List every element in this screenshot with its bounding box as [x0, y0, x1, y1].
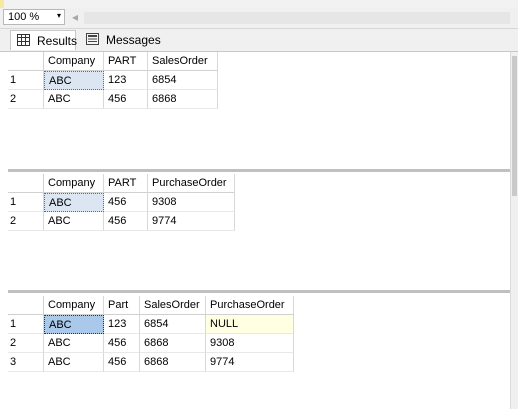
grid-icon [17, 34, 30, 46]
row-number[interactable]: 3 [8, 353, 44, 372]
tab-results-label: Results [37, 34, 78, 48]
table-cell[interactable]: ABC [44, 315, 104, 334]
vertical-scrollbar[interactable] [510, 52, 518, 409]
table-cell[interactable]: 456 [104, 90, 148, 109]
table-row: 3 ABC 456 6868 9774 [8, 353, 294, 372]
tab-messages-label: Messages [106, 33, 161, 47]
tab-results[interactable]: Results [10, 30, 78, 50]
scrollbar-thumb[interactable] [512, 56, 517, 196]
table-row: 1 ABC 456 9308 [8, 193, 235, 212]
table-cell[interactable]: ABC [44, 71, 104, 90]
table-row: 2 ABC 456 6868 [8, 90, 218, 109]
table-cell[interactable]: 123 [104, 315, 140, 334]
table-row: 1 ABC 123 6854 [8, 71, 218, 90]
chevron-down-icon: ▾ [56, 11, 61, 20]
table-row: 1 ABC 123 6854 NULL [8, 315, 294, 334]
column-header[interactable]: Company [44, 174, 104, 193]
tab-messages[interactable]: Messages [80, 30, 161, 50]
table-cell[interactable]: NULL [206, 315, 294, 334]
row-number[interactable]: 2 [8, 212, 44, 231]
table-cell[interactable]: 9774 [148, 212, 235, 231]
table-cell[interactable]: ABC [44, 353, 104, 372]
result-grid-3[interactable]: Company Part SalesOrder PurchaseOrder 1 … [8, 296, 510, 409]
column-header[interactable]: Part [104, 296, 140, 315]
messages-icon [86, 33, 99, 45]
table-cell[interactable]: 6854 [140, 315, 206, 334]
accent-mark [0, 0, 4, 8]
title-strip [0, 0, 518, 8]
grid-header-row: Company PART PurchaseOrder [8, 174, 235, 193]
result-grid-2[interactable]: Company PART PurchaseOrder 1 ABC 456 930… [8, 174, 510, 293]
scroll-left-icon[interactable]: ◂ [72, 10, 78, 24]
column-header[interactable]: Company [44, 296, 104, 315]
row-header-corner[interactable] [8, 174, 44, 193]
row-number[interactable]: 2 [8, 90, 44, 109]
zoom-value: 100 % [8, 11, 40, 23]
table-cell[interactable]: 456 [104, 212, 148, 231]
table-cell[interactable]: 6854 [148, 71, 218, 90]
table-cell[interactable]: 9774 [206, 353, 294, 372]
row-header-corner[interactable] [8, 296, 44, 315]
table-cell[interactable]: 123 [104, 71, 148, 90]
table-cell[interactable]: 456 [104, 353, 140, 372]
table-row: 2 ABC 456 9774 [8, 212, 235, 231]
table-row: 2 ABC 456 6868 9308 [8, 334, 294, 353]
table-cell[interactable]: ABC [44, 193, 104, 212]
table-cell[interactable]: ABC [44, 90, 104, 109]
table-cell[interactable]: 6868 [140, 334, 206, 353]
row-number[interactable]: 2 [8, 334, 44, 353]
table-cell[interactable]: ABC [44, 334, 104, 353]
row-number[interactable]: 1 [8, 315, 44, 334]
column-header[interactable]: Company [44, 52, 104, 71]
column-header[interactable]: PurchaseOrder [148, 174, 235, 193]
table-cell[interactable]: 456 [104, 193, 148, 212]
column-header[interactable]: SalesOrder [148, 52, 218, 71]
row-number[interactable]: 1 [8, 71, 44, 90]
table-cell[interactable]: 9308 [206, 334, 294, 353]
table-cell[interactable]: 6868 [148, 90, 218, 109]
column-header[interactable]: PurchaseOrder [206, 296, 294, 315]
horizontal-scrollbar[interactable] [84, 12, 510, 24]
result-tabs: Results Messages [0, 29, 518, 52]
zoom-dropdown[interactable]: 100 % ▾ [3, 9, 65, 25]
row-header-corner[interactable] [8, 52, 44, 71]
column-header[interactable]: PART [104, 174, 148, 193]
grid-header-row: Company PART SalesOrder [8, 52, 218, 71]
table-cell[interactable]: 9308 [148, 193, 235, 212]
table-cell[interactable]: 6868 [140, 353, 206, 372]
grid-header-row: Company Part SalesOrder PurchaseOrder [8, 296, 294, 315]
row-number[interactable]: 1 [8, 193, 44, 212]
result-grid-1[interactable]: Company PART SalesOrder 1 ABC 123 6854 2… [8, 52, 510, 172]
table-cell[interactable]: ABC [44, 212, 104, 231]
column-header[interactable]: PART [104, 52, 148, 71]
column-header[interactable]: SalesOrder [140, 296, 206, 315]
table-cell[interactable]: 456 [104, 334, 140, 353]
